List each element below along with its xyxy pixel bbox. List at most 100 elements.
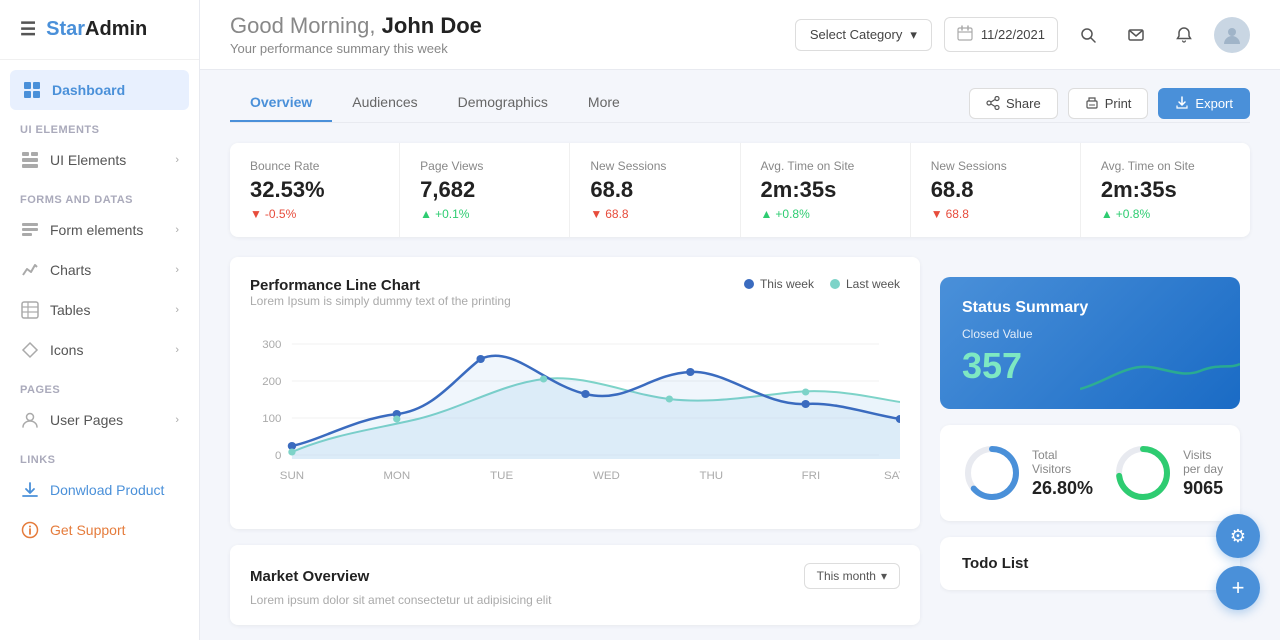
sidebar-item-support[interactable]: Get Support <box>0 510 199 550</box>
status-title: Status Summary <box>962 299 1218 317</box>
section-label-links: LINKS <box>0 440 199 470</box>
stat-page-views: Page Views 7,682 ▲ +0.1% <box>400 143 570 237</box>
status-summary-card: Status Summary Closed Value 357 <box>940 277 1240 409</box>
right-panel: Status Summary Closed Value 357 <box>940 257 1250 625</box>
change-value: +0.8% <box>1116 207 1150 221</box>
sidebar-item-form-elements[interactable]: Form elements › <box>0 210 199 250</box>
sidebar-item-download[interactable]: Donwload Product <box>0 470 199 510</box>
sidebar-item-label: User Pages <box>50 412 123 428</box>
share-button[interactable]: Share <box>969 88 1058 119</box>
diamond-icon <box>20 340 40 360</box>
chevron-right-icon: › <box>175 344 179 356</box>
greeting-subtitle: Your performance summary this week <box>230 41 795 56</box>
visitors-card: Total Visitors 26.80% V <box>940 425 1240 521</box>
visits-per-day-label: Visits per day <box>1183 448 1223 476</box>
stat-avg-time-2: Avg. Time on Site 2m:35s ▲ +0.8% <box>1081 143 1250 237</box>
sidebar-item-label: Tables <box>50 302 90 318</box>
mail-button[interactable] <box>1118 17 1154 53</box>
legend-dot-this-week <box>744 279 754 289</box>
category-select[interactable]: Select Category ▾ <box>795 19 932 51</box>
date-value: 11/22/2021 <box>981 27 1045 42</box>
arrow-up-icon: ▲ <box>1101 207 1113 221</box>
visits-per-day-info: Visits per day 9065 <box>1183 448 1223 499</box>
tab-more[interactable]: More <box>568 84 640 122</box>
legend-label: Last week <box>846 277 900 291</box>
add-fab[interactable]: + <box>1216 566 1260 610</box>
charts-column: Performance Line Chart Lorem Ipsum is si… <box>230 257 920 625</box>
month-selector[interactable]: This month ▾ <box>804 563 900 589</box>
section-label-pages: PAGES <box>0 370 199 400</box>
arrow-down-icon: ▼ <box>250 207 262 221</box>
settings-fab[interactable]: ⚙ <box>1216 514 1260 558</box>
visits-per-day-section: Visits per day 9065 <box>1113 443 1223 503</box>
stat-value: 2m:35s <box>1101 177 1230 203</box>
total-visitors-label: Total Visitors <box>1032 448 1093 476</box>
tab-overview[interactable]: Overview <box>230 84 332 122</box>
export-button[interactable]: Export <box>1158 88 1250 119</box>
chart-subtitle: Lorem Ipsum is simply dummy text of the … <box>250 294 511 308</box>
sidebar-item-tables[interactable]: Tables › <box>0 290 199 330</box>
ui-icon <box>20 150 40 170</box>
svg-text:SUN: SUN <box>280 470 304 482</box>
stat-new-sessions-2: New Sessions 68.8 ▼ 68.8 <box>911 143 1081 237</box>
sidebar-item-user-pages[interactable]: User Pages › <box>0 400 199 440</box>
stat-value: 68.8 <box>590 177 719 203</box>
user-avatar[interactable] <box>1214 17 1250 53</box>
stat-new-sessions: New Sessions 68.8 ▼ 68.8 <box>570 143 740 237</box>
export-label: Export <box>1195 96 1233 111</box>
sidebar-item-icons[interactable]: Icons › <box>0 330 199 370</box>
category-label: Select Category <box>810 27 903 42</box>
stat-label: Avg. Time on Site <box>761 159 890 173</box>
market-overview-card: Market Overview This month ▾ Lorem ipsum… <box>230 545 920 625</box>
sidebar-logo: ☰ StarAdmin <box>0 0 199 60</box>
svg-text:TUE: TUE <box>490 470 514 482</box>
chevron-right-icon: › <box>175 224 179 236</box>
sidebar-item-label: Donwload Product <box>50 482 164 498</box>
stat-avg-time: Avg. Time on Site 2m:35s ▲ +0.8% <box>741 143 911 237</box>
date-picker[interactable]: 11/22/2021 <box>944 17 1058 52</box>
tab-actions: Share Print Export <box>969 88 1250 119</box>
main-charts-section: Performance Line Chart Lorem Ipsum is si… <box>230 257 1250 625</box>
sidebar-item-label: Charts <box>50 262 91 278</box>
sidebar: ☰ StarAdmin Dashboard UI ELEMENTS UI Ele… <box>0 0 200 640</box>
sidebar-item-label: Icons <box>50 342 83 358</box>
sidebar-item-charts[interactable]: Charts › <box>0 250 199 290</box>
header-controls: Select Category ▾ 11/22/2021 <box>795 17 1250 53</box>
visits-per-day-value: 9065 <box>1183 478 1223 499</box>
stat-value: 32.53% <box>250 177 379 203</box>
print-button[interactable]: Print <box>1068 88 1149 119</box>
tabs: Overview Audiences Demographics More <box>230 84 640 122</box>
legend-label: This week <box>760 277 814 291</box>
total-visitors-value: 26.80% <box>1032 478 1093 499</box>
total-visitors-donut <box>962 443 1022 503</box>
sidebar-item-label: Dashboard <box>52 82 125 98</box>
market-title: Market Overview <box>250 568 369 585</box>
greeting-section: Good Morning, John Doe Your performance … <box>230 13 795 56</box>
chart-title-section: Performance Line Chart Lorem Ipsum is si… <box>250 277 511 320</box>
line-chart: 300 200 100 0 <box>250 324 900 504</box>
notifications-button[interactable] <box>1166 17 1202 53</box>
change-value: 68.8 <box>605 207 628 221</box>
stat-label: New Sessions <box>931 159 1060 173</box>
todo-card: Todo List <box>940 537 1240 590</box>
search-button[interactable] <box>1070 17 1106 53</box>
table-icon <box>20 300 40 320</box>
tab-demographics[interactable]: Demographics <box>438 84 568 122</box>
settings-icon: ⚙ <box>1230 526 1246 547</box>
legend-last-week: Last week <box>830 277 900 291</box>
brand-admin: Admin <box>85 18 147 40</box>
chevron-down-icon: ▾ <box>881 569 887 583</box>
performance-chart-card: Performance Line Chart Lorem Ipsum is si… <box>230 257 920 529</box>
section-label-ui: UI ELEMENTS <box>0 110 199 140</box>
sidebar-item-dashboard[interactable]: Dashboard <box>10 70 189 110</box>
form-icon <box>20 220 40 240</box>
stat-change: ▲ +0.8% <box>1101 207 1230 221</box>
chevron-right-icon: › <box>175 264 179 276</box>
grid-icon <box>22 80 42 100</box>
hamburger-icon[interactable]: ☰ <box>20 19 36 40</box>
sidebar-item-ui-elements[interactable]: UI Elements › <box>0 140 199 180</box>
brand-name: StarAdmin <box>46 18 147 41</box>
tab-audiences[interactable]: Audiences <box>332 84 437 122</box>
user-icon <box>20 410 40 430</box>
stat-label: Bounce Rate <box>250 159 379 173</box>
